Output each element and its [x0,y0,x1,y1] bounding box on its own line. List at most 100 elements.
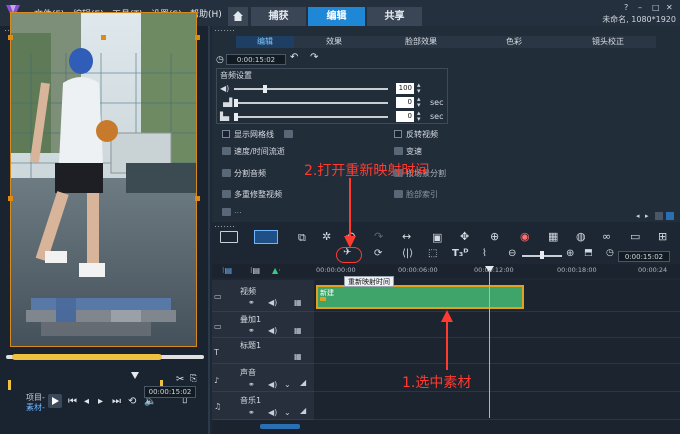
track-lane-overlay[interactable] [314,312,680,338]
ripple-icon[interactable]: ◢ [300,378,306,387]
rotate-left-icon[interactable]: ↶ [290,52,298,63]
scroll-left-icon[interactable]: ◂ [636,212,640,220]
volume-icon[interactable]: ◀) [268,380,277,389]
timeline-view-button[interactable] [254,230,278,244]
zoom-in-icon[interactable]: ⊕ [566,248,574,259]
speed-time-lapse-button[interactable]: 速度/时间流逝 [234,146,285,157]
home-tab[interactable] [228,7,248,26]
volume-slider[interactable] [234,88,388,90]
fade-in-slider-knob[interactable] [234,99,238,107]
track-lane-voice[interactable] [314,364,680,392]
volume-stepper[interactable]: ▴ ▾ [417,82,421,95]
resize-handle[interactable] [195,35,200,40]
more-options-button[interactable]: ... [234,206,242,215]
fade-in-stepper[interactable]: ▴ ▾ [417,96,421,109]
timeline-scrollbar[interactable] [260,424,300,429]
resize-handle[interactable] [195,196,200,201]
reverse-video-checkbox[interactable] [394,130,402,138]
resize-handle[interactable] [8,196,13,201]
option-tab-color[interactable]: 色彩 [484,36,544,48]
video-clip[interactable]: 新建 [316,285,524,309]
volume-icon[interactable]: ◀) [268,298,277,307]
trim-start-handle[interactable] [8,380,11,390]
option-tab-lens-correction[interactable]: 镜头校正 [568,36,648,48]
volume-icon[interactable]: ◀) [268,326,277,335]
track-header-video[interactable] [212,280,314,312]
track-header-music[interactable] [212,392,314,420]
ripple-icon[interactable]: ▦ [294,298,302,307]
crop-icon[interactable]: ⬚ [428,248,437,259]
picture-icon[interactable]: ▣ [432,231,442,244]
minimize-icon[interactable]: – [638,3,642,12]
link-icon[interactable]: ⚭ [248,408,255,417]
variable-speed-button[interactable]: 变速 [406,146,422,157]
ripple-icon[interactable]: ▦ [294,352,302,361]
fade-out-slider-knob[interactable] [234,113,238,121]
zoom-slider-knob[interactable] [540,251,544,259]
redo-icon[interactable]: ↷ [374,230,383,243]
storyboard-view-button[interactable] [220,231,238,243]
panel-expand-icon[interactable] [666,212,674,220]
fit-icon[interactable]: ↔ [402,230,411,243]
fade-in-value[interactable]: 0 [396,97,414,108]
volume-value[interactable]: 100 [396,83,414,94]
scroll-right-icon[interactable]: ▸ [645,212,649,220]
tab-share[interactable]: 共享 [367,7,422,26]
panel-option-icon[interactable] [655,212,663,220]
resize-handle[interactable] [8,35,13,40]
link-icon[interactable]: ∞ [602,230,611,243]
grid-icon[interactable] [284,130,293,138]
clip-mode-label[interactable]: 素材- [26,402,45,413]
volume-slider-knob[interactable] [263,85,267,93]
face-index-button[interactable]: 脸部索引 [406,189,438,200]
fit-project-icon[interactable]: ⬒ [584,248,593,258]
audio-mix-icon[interactable]: ⌇ [482,248,487,259]
split-icon[interactable]: ✂ [176,374,184,385]
link-icon[interactable]: ⚭ [248,326,255,335]
trim-selection[interactable] [12,354,162,360]
skip-start-icon[interactable]: ⏮ [68,396,77,407]
stabilize-icon[interactable]: ⟨|⟩ [402,248,413,259]
tab-capture[interactable]: 捕获 [251,7,306,26]
track-header-voice[interactable] [212,364,314,392]
layout-icon[interactable]: ⊞ [658,230,667,243]
chevron-down-icon[interactable]: ⌄ [284,408,291,417]
track-lane-title[interactable] [314,338,680,364]
duration-timecode[interactable]: 0:00:15:02 [226,54,286,65]
next-frame-icon[interactable]: ▸ [98,396,103,407]
copy-icon[interactable]: ⧉ [298,231,306,245]
extract-icon[interactable]: ⎘ [190,374,197,384]
move-icon[interactable]: ✥ [460,230,469,243]
option-tab-face-effects[interactable]: 脸部效果 [386,36,456,48]
play-button[interactable] [48,394,62,408]
loop-icon[interactable]: ⟳ [374,248,382,259]
skip-end-icon[interactable]: ⏭ [112,396,121,407]
close-icon[interactable]: ✕ [666,3,673,12]
fade-in-slider[interactable] [234,102,388,104]
help-icon[interactable]: ? [624,3,628,12]
repeat-icon[interactable]: ⟲ [128,396,136,407]
fade-out-stepper[interactable]: ▴ ▾ [417,110,421,123]
chevron-down-icon[interactable]: ⌄ [284,380,291,389]
motion-icon[interactable]: ⊕ [490,230,499,243]
previous-frame-icon[interactable]: ◂ [84,396,89,407]
zoom-out-icon[interactable]: ⊖ [508,248,516,259]
video-preview[interactable] [10,12,197,347]
maximize-icon[interactable]: □ [652,3,660,12]
grid-lines-checkbox[interactable] [222,130,230,138]
track-lane-music[interactable] [314,392,680,420]
color-icon[interactable]: ◉ [520,230,530,243]
resize-handle[interactable] [101,35,106,40]
rotate-right-icon[interactable]: ↷ [310,52,318,63]
add-marker-icon[interactable]: ▲· [272,266,281,275]
option-tab-effects[interactable]: 效果 [304,36,364,48]
tools-icon[interactable]: ✲ [322,230,331,243]
split-audio-button[interactable]: 分割音频 [234,168,266,179]
playhead-marker-icon[interactable] [131,372,139,380]
grid-tool-icon[interactable]: ▦ [548,230,558,243]
fade-out-value[interactable]: 0 [396,111,414,122]
mask-icon[interactable]: ◍ [576,230,586,243]
subtitle-icon[interactable]: ▭ [630,230,640,243]
track-manager-icon[interactable]: ⁝▤ [222,266,232,275]
chapter-icon[interactable]: ⁝▤ [250,266,260,275]
